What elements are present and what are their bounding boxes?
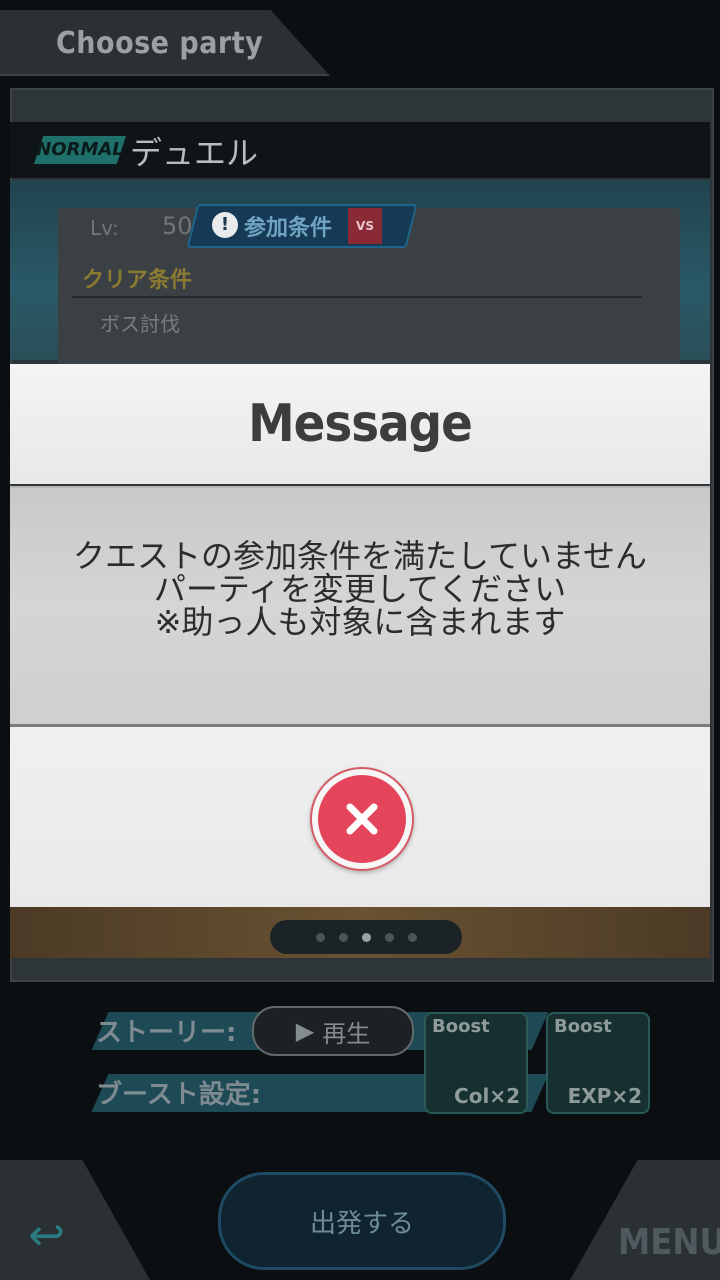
quest-name: デュエル — [130, 134, 259, 172]
boost-exp-value: EXP×2 — [567, 1084, 642, 1108]
boost-exp-button[interactable]: Boost EXP×2 — [546, 1012, 650, 1114]
exclamation-icon: ! — [212, 212, 238, 238]
dialog-message-line: パーティを変更してください — [153, 570, 567, 608]
vs-badge: VS — [348, 208, 382, 244]
boost-col-value: Col×2 — [454, 1084, 520, 1108]
boost-label: ブースト設定: — [96, 1080, 262, 1110]
difficulty-badge: NORMAL — [34, 136, 126, 164]
page-dot[interactable] — [384, 932, 394, 942]
dialog-footer — [10, 724, 710, 907]
menu-label[interactable]: MENU — [618, 1222, 720, 1263]
message-dialog: Message クエストの参加条件を満たしていません パーティを変更してください… — [10, 364, 710, 907]
play-icon: ▶ — [295, 1017, 315, 1045]
page-dot-active[interactable] — [361, 932, 371, 942]
page-dot[interactable] — [407, 932, 417, 942]
close-button-face[interactable] — [318, 775, 406, 863]
story-play-label: 再生 — [322, 1019, 371, 1048]
dialog-header: Message — [10, 364, 710, 484]
clear-condition-item: ボス討伐 — [100, 312, 180, 336]
back-arrow-icon[interactable]: ↩ — [28, 1210, 65, 1261]
close-icon — [346, 803, 378, 835]
story-play-button[interactable]: ▶ 再生 — [252, 1006, 414, 1056]
dialog-title: Message — [248, 394, 473, 454]
dialog-message-line: クエストの参加条件を満たしていません — [72, 537, 648, 575]
level-label: Lv: — [90, 216, 119, 240]
boost-exp-title: Boost — [554, 1016, 612, 1037]
level-value: 50 — [162, 212, 193, 240]
boost-col-title: Boost — [432, 1016, 490, 1037]
join-condition-label: 参加条件 — [244, 216, 333, 241]
page-title: Choose party — [56, 26, 264, 61]
back-button[interactable] — [0, 1160, 150, 1280]
header-tab: Choose party — [0, 10, 330, 76]
story-label: ストーリー: — [96, 1018, 237, 1048]
close-button[interactable] — [310, 767, 414, 871]
page-dot[interactable] — [315, 932, 325, 942]
divider — [72, 296, 642, 298]
page-indicator[interactable] — [270, 920, 462, 954]
dialog-message: クエストの参加条件を満たしていません パーティを変更してください ※助っ人も対象… — [10, 540, 710, 639]
dialog-body: クエストの参加条件を満たしていません パーティを変更してください ※助っ人も対象… — [10, 486, 710, 724]
boost-col-button[interactable]: Boost Col×2 — [424, 1012, 528, 1114]
depart-button[interactable]: 出発する — [218, 1172, 506, 1270]
page-dot[interactable] — [338, 932, 348, 942]
depart-label: 出発する — [309, 1208, 414, 1239]
clear-condition-title: クリア条件 — [82, 268, 193, 293]
dialog-message-line: ※助っ人も対象に含まれます — [154, 603, 566, 641]
